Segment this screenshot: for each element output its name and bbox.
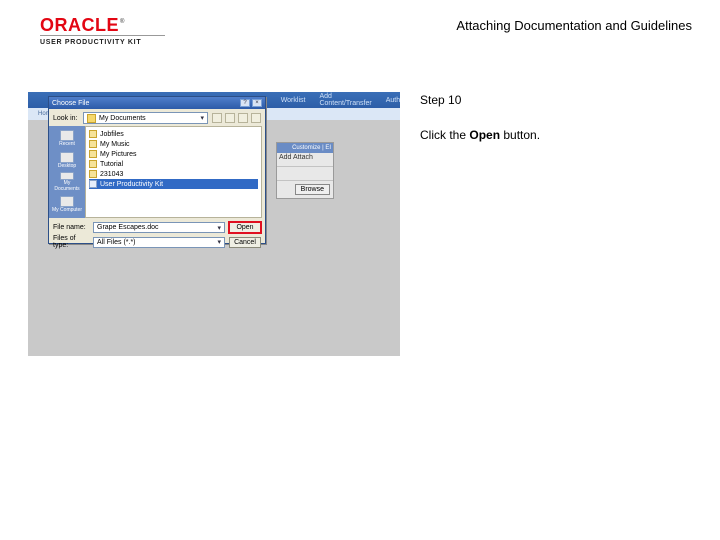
brand-subtitle: USER PRODUCTIVITY KIT — [40, 39, 165, 46]
views-icon[interactable] — [251, 113, 261, 123]
lookin-value: My Documents — [99, 115, 146, 122]
newfolder-icon[interactable] — [238, 113, 248, 123]
place-desktop[interactable]: Desktop — [52, 150, 82, 170]
page-title: Attaching Documentation and Guidelines — [456, 16, 692, 33]
attach-panel-header: Customize | EI — [277, 143, 333, 153]
dialog-title: Choose File — [52, 100, 89, 107]
list-item: My Pictures — [89, 149, 258, 159]
place-mydocs[interactable]: My Documents — [52, 172, 82, 192]
instruction-prefix: Click the — [420, 128, 469, 142]
list-item: 231043 — [89, 169, 258, 179]
brand-name: ORACLE — [40, 15, 119, 35]
list-item: User Productivity Kit — [89, 179, 258, 189]
list-item: Jobfiles — [89, 129, 258, 139]
step-label: Step 10 — [420, 92, 680, 109]
filename-label: File name: — [53, 224, 89, 231]
place-mycomputer[interactable]: My Computer — [52, 194, 82, 214]
help-icon[interactable]: ? — [240, 99, 250, 107]
dialog-toolbar — [212, 113, 261, 123]
filetype-select[interactable]: All Files (*.*)▾ — [93, 237, 225, 248]
attach-panel-row: Add Attach — [277, 153, 333, 167]
document-icon — [89, 180, 97, 188]
dialog-titlebar: Choose File ? × — [49, 97, 265, 109]
trademark: ® — [120, 19, 125, 25]
instruction-suffix: button. — [500, 128, 540, 142]
menu-item: Author/Preview — [386, 97, 400, 104]
folder-icon — [89, 140, 97, 148]
folder-icon — [89, 130, 97, 138]
file-list[interactable]: Jobfiles My Music My Pictures Tutorial 2… — [85, 126, 262, 218]
open-button[interactable]: Open — [229, 222, 261, 233]
instruction-text: Click the Open button. — [420, 127, 680, 144]
lookin-select[interactable]: My Documents ▾ — [83, 112, 208, 124]
close-icon[interactable]: × — [252, 99, 262, 107]
brand-logo: ORACLE® USER PRODUCTIVITY KIT — [40, 16, 165, 46]
places-bar: Recent Desktop My Documents My Computer — [49, 126, 85, 218]
list-item: Tutorial — [89, 159, 258, 169]
chevron-down-icon: ▾ — [217, 224, 221, 232]
lookin-label: Look in: — [53, 115, 79, 122]
cancel-button[interactable]: Cancel — [229, 237, 261, 248]
back-icon[interactable] — [212, 113, 222, 123]
filename-input[interactable]: Grape Escapes.doc▾ — [93, 222, 225, 233]
folder-icon — [89, 150, 97, 158]
filetype-label: Files of type: — [53, 235, 89, 249]
screenshot-preview: Home Worklist Add Content/Transfer Autho… — [28, 92, 400, 356]
menu-item: Add Content/Transfer — [319, 93, 371, 107]
menu-item: Worklist — [281, 97, 306, 104]
attach-panel: Customize | EI Add Attach Browse — [276, 142, 334, 199]
folder-icon — [89, 170, 97, 178]
chevron-down-icon: ▾ — [200, 114, 204, 122]
list-item: My Music — [89, 139, 258, 149]
up-icon[interactable] — [225, 113, 235, 123]
browse-button[interactable]: Browse — [295, 184, 330, 195]
instruction-bold: Open — [469, 128, 500, 142]
chevron-down-icon: ▾ — [217, 238, 221, 246]
file-dialog: Choose File ? × Look in: My Documents ▾ — [48, 96, 266, 244]
place-recent[interactable]: Recent — [52, 128, 82, 148]
folder-icon — [87, 114, 96, 123]
folder-icon — [89, 160, 97, 168]
